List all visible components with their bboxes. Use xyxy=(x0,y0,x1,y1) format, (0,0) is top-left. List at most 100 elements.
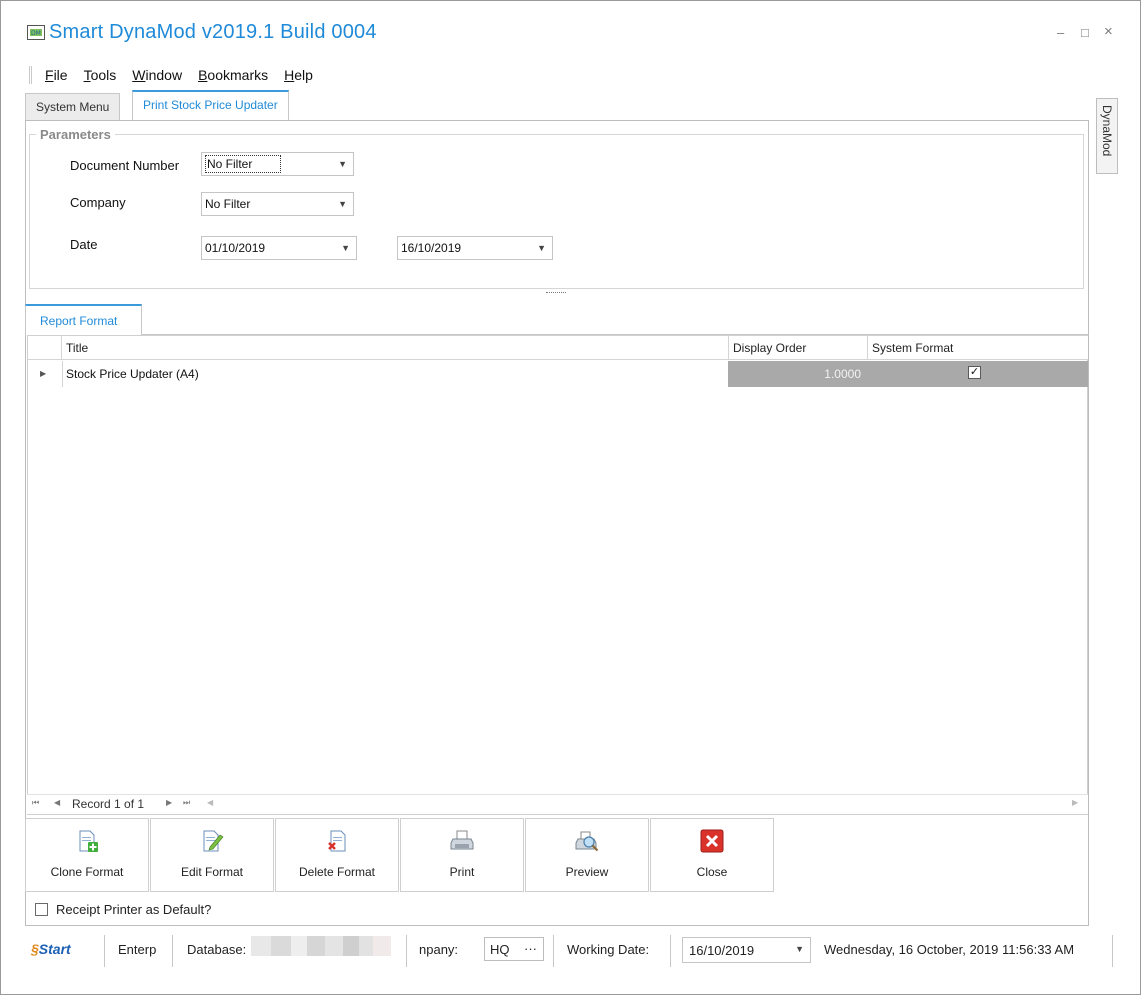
status-bar: §Start Enterp Database: npany: HQ ··· Wo… xyxy=(25,931,1115,971)
status-separator xyxy=(172,935,173,967)
menu-bookmarks[interactable]: Bookmarks xyxy=(198,67,268,83)
record-count: Record 1 of 1 xyxy=(72,797,145,811)
start-button[interactable]: §Start xyxy=(31,941,71,957)
ellipsis-icon[interactable]: ··· xyxy=(524,941,537,956)
title-bar: DM Smart DynaMod v2019.1 Build 0004 – □ … xyxy=(1,1,1140,59)
status-separator xyxy=(406,935,407,967)
app-logo-icon: DM xyxy=(27,25,45,40)
edit-format-label: Edit Format xyxy=(180,865,243,879)
close-red-x-icon xyxy=(700,829,724,853)
date-from-picker[interactable]: 01/10/2019 ▼ xyxy=(201,236,357,260)
record-navigator: ⏮ ◀ Record 1 of 1 ▶ ⏭ ◀ ▶ xyxy=(27,794,1088,814)
edit-format-button[interactable]: Edit Format xyxy=(150,818,274,892)
status-separator xyxy=(104,935,105,967)
menu-tools[interactable]: Tools xyxy=(84,67,117,83)
column-header-display-order[interactable]: Display Order xyxy=(729,336,868,360)
row-indicator-icon: ▶ xyxy=(40,369,47,378)
clone-document-icon xyxy=(79,830,98,852)
document-number-label: Document Number xyxy=(70,158,180,173)
enterprise-label: Enterp xyxy=(118,942,157,957)
redacted-block xyxy=(251,936,271,956)
clone-format-button[interactable]: Clone Format xyxy=(25,818,149,892)
printer-icon xyxy=(450,830,474,850)
company-value: No Filter xyxy=(205,197,251,211)
date-label: Date xyxy=(70,237,98,252)
menu-file[interactable]: File xyxy=(45,67,68,83)
tab-print-stock-price-updater[interactable]: Print Stock Price Updater xyxy=(132,90,289,120)
menu-grip xyxy=(29,66,32,84)
status-separator xyxy=(1112,935,1113,967)
start-logo-icon: § xyxy=(31,941,39,957)
close-label: Close xyxy=(696,865,728,879)
current-datetime: Wednesday, 16 October, 2019 11:56:33 AM xyxy=(824,942,1075,957)
company-picker-value: HQ xyxy=(490,942,510,957)
print-label: Print xyxy=(449,865,475,879)
menu-help[interactable]: Help xyxy=(284,67,313,83)
working-date-value: 16/10/2019 xyxy=(689,943,755,958)
edit-document-icon xyxy=(203,830,224,852)
row-divider xyxy=(62,361,63,387)
close-button[interactable]: Close xyxy=(650,818,774,892)
working-date-picker[interactable]: 16/10/2019 ▼ xyxy=(682,937,811,963)
preview-button[interactable]: Preview xyxy=(525,818,649,892)
column-header-title[interactable]: Title xyxy=(62,336,729,360)
table-row[interactable]: ▶ Stock Price Updater (A4) 1.0000 ✓ xyxy=(28,361,1088,387)
delete-format-button[interactable]: Delete Format xyxy=(275,818,399,892)
company-status-label: npany: xyxy=(419,942,459,957)
splitter-handle[interactable] xyxy=(546,292,566,295)
receipt-printer-label: Receipt Printer as Default? xyxy=(56,902,212,917)
company-picker[interactable]: HQ ··· xyxy=(484,937,544,961)
database-label: Database: xyxy=(187,942,247,957)
redacted-block xyxy=(307,936,325,956)
redacted-block xyxy=(271,936,291,956)
print-button[interactable]: Print xyxy=(400,818,524,892)
next-record-icon[interactable]: ▶ xyxy=(166,798,172,807)
side-tab-dynamod[interactable]: DynaMod xyxy=(1096,98,1118,174)
company-select[interactable]: No Filter ▼ xyxy=(201,192,354,216)
window-title: Smart DynaMod v2019.1 Build 0004 xyxy=(49,21,377,43)
tab-system-menu[interactable]: System Menu xyxy=(25,93,121,121)
redacted-block xyxy=(291,936,307,956)
prev-record-icon[interactable]: ◀ xyxy=(54,798,60,807)
document-number-select[interactable]: No Filter ▼ xyxy=(201,152,354,176)
report-format-grid: Title Display Order System Format ▶ Stoc… xyxy=(27,335,1088,815)
system-format-checkbox[interactable]: ✓ xyxy=(968,366,981,379)
scroll-left-icon[interactable]: ◀ xyxy=(207,798,213,807)
receipt-printer-default-checkbox[interactable]: Receipt Printer as Default? xyxy=(35,902,211,917)
print-preview-icon xyxy=(575,831,599,852)
redacted-block xyxy=(325,936,343,956)
tab-report-format[interactable]: Report Format xyxy=(25,304,142,335)
app-window: DM Smart DynaMod v2019.1 Build 0004 – □ … xyxy=(0,0,1141,995)
working-date-label: Working Date: xyxy=(567,942,650,957)
chevron-down-icon: ▼ xyxy=(341,243,350,253)
last-record-icon[interactable]: ⏭ xyxy=(183,798,190,808)
minimize-button[interactable]: – xyxy=(1057,25,1064,40)
delete-format-label: Delete Format xyxy=(298,865,376,879)
date-from-value: 01/10/2019 xyxy=(205,241,266,255)
redacted-block xyxy=(343,936,359,956)
status-separator xyxy=(553,935,554,967)
document-number-value: No Filter xyxy=(205,155,282,173)
row-indicator-header xyxy=(28,336,62,360)
maximize-button[interactable]: □ xyxy=(1081,25,1089,40)
redacted-block xyxy=(373,936,391,956)
parameters-legend: Parameters xyxy=(36,127,115,142)
cell-title[interactable]: Stock Price Updater (A4) xyxy=(66,361,726,387)
column-header-system-format[interactable]: System Format xyxy=(868,336,1088,360)
close-window-button[interactable]: × xyxy=(1104,23,1113,40)
parameters-group xyxy=(29,134,1084,289)
cell-display-order[interactable]: 1.0000 xyxy=(728,361,861,387)
clone-format-label: Clone Format xyxy=(50,865,124,879)
date-to-value: 16/10/2019 xyxy=(401,241,462,255)
delete-document-icon xyxy=(328,830,346,852)
redacted-block xyxy=(359,936,373,956)
menu-window[interactable]: Window xyxy=(132,67,182,83)
first-record-icon[interactable]: ⏮ xyxy=(32,798,39,808)
menu-bar: File Tools Window Bookmarks Help xyxy=(29,65,329,85)
date-to-picker[interactable]: 16/10/2019 ▼ xyxy=(397,236,553,260)
chevron-down-icon: ▼ xyxy=(338,159,347,169)
company-label: Company xyxy=(70,195,126,210)
checkbox-box[interactable] xyxy=(35,903,48,916)
scroll-right-icon[interactable]: ▶ xyxy=(1072,798,1078,807)
side-tab-label: DynaMod xyxy=(1100,105,1114,157)
